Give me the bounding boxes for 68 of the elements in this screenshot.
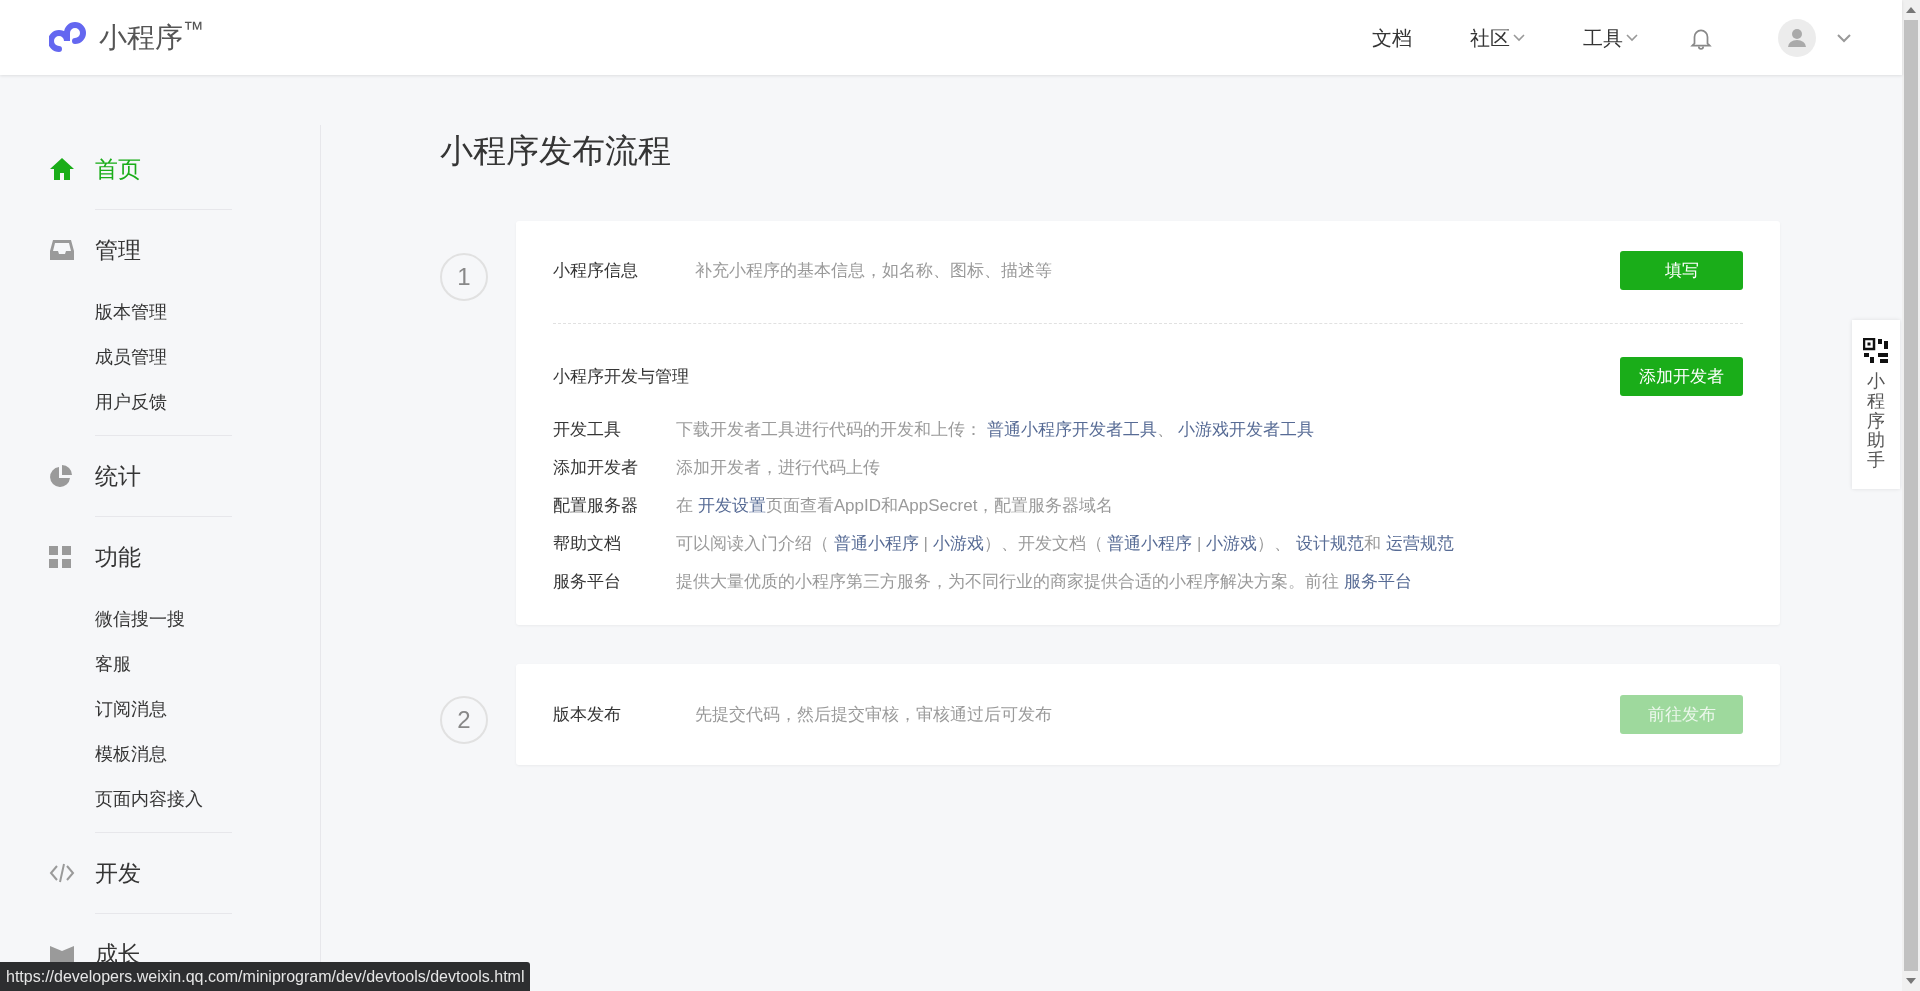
avatar-icon[interactable] <box>1778 18 1816 57</box>
link[interactable]: 小游戏 <box>1206 534 1258 554</box>
step-number: 1 <box>440 253 488 301</box>
sidebar-item[interactable]: 开发 <box>0 858 141 888</box>
scroll-up-icon[interactable] <box>1906 6 1916 14</box>
row-title: 小程序信息 <box>553 259 639 282</box>
page-title: 小程序发布流程 <box>440 131 672 171</box>
sidebar-item[interactable]: 统计 <box>0 461 141 491</box>
link[interactable]: 普通小程序 <box>1107 534 1193 554</box>
item-label: 配置服务器 <box>553 495 639 518</box>
description-text: | <box>922 534 929 554</box>
chevron-down-icon <box>1513 33 1525 42</box>
link[interactable]: 小游戏开发者工具 <box>1178 420 1315 440</box>
home-icon <box>49 157 75 181</box>
inbox-icon <box>49 239 75 261</box>
item-label: 服务平台 <box>553 571 622 594</box>
link[interactable]: 运营规范 <box>1385 534 1454 554</box>
link-url-tooltip: https://developers.weixin.qq.com/miniprogram/dev/devtools/devtools.html <box>0 962 531 991</box>
assistant-label: 小程序助手 <box>1867 372 1885 471</box>
link[interactable]: 设计规范 <box>1295 534 1364 554</box>
link[interactable]: 小游戏 <box>932 534 984 554</box>
item-label: 开发工具 <box>553 419 622 442</box>
description-text: 提供大量优质的小程序第三方服务，为不同行业的商家提供合适的小程序解决方案。前往 <box>676 572 1340 592</box>
description-text: 添加开发者，进行代码上传 <box>676 458 880 478</box>
logo-text: 小程序$^{™}$ <box>99 16 204 55</box>
description-text: 页面查看AppID和AppSecret，配置服务器域名 <box>765 496 1114 516</box>
scrollbar-thumb[interactable] <box>1904 20 1918 971</box>
description-text: 和 <box>1363 534 1382 554</box>
row-title: 版本发布 <box>553 703 622 726</box>
description-text: 在 <box>676 496 694 516</box>
item-label: 添加开发者 <box>553 457 639 480</box>
nav-link[interactable]: 社区 <box>1470 22 1525 53</box>
pie-chart-icon <box>49 464 73 488</box>
row-description: 先提交代码，然后提交审核，审核通过后可发布 <box>695 703 1052 726</box>
assistant-panel[interactable]: 小程序助手 <box>1852 320 1900 489</box>
chevron-down-icon[interactable] <box>1836 32 1852 43</box>
sidebar-subitem[interactable]: 版本管理 <box>95 299 167 326</box>
description-text: ）、开发文档（ <box>983 534 1104 554</box>
description-text: 、 <box>1156 420 1175 440</box>
nav-link[interactable]: 文档 <box>1372 22 1412 53</box>
link[interactable]: 服务平台 <box>1343 572 1412 592</box>
sidebar-subitem[interactable]: 成员管理 <box>95 344 167 371</box>
scrollbar[interactable] <box>1902 0 1920 991</box>
sidebar-subitem[interactable]: 模板消息 <box>95 741 167 768</box>
description-text: ）、 <box>1257 534 1293 554</box>
scroll-down-icon[interactable] <box>1906 977 1916 985</box>
link[interactable]: 开发设置 <box>697 496 766 516</box>
description-text: 下载开发者工具进行代码的开发和上传： <box>676 420 983 440</box>
link[interactable]: 普通小程序开发者工具 <box>986 420 1157 440</box>
sidebar-subitem[interactable]: 用户反馈 <box>95 389 167 416</box>
sidebar-subitem[interactable]: 客服 <box>95 651 131 678</box>
sidebar-item[interactable]: 管理 <box>0 235 141 265</box>
sidebar-item[interactable]: 功能 <box>0 542 141 572</box>
grid-icon <box>49 546 71 568</box>
nav-link[interactable]: 工具 <box>1583 22 1638 53</box>
description-text: 可以阅读入门介绍（ <box>676 534 830 554</box>
item-label: 帮助文档 <box>553 533 622 556</box>
chevron-down-icon <box>1626 33 1638 42</box>
section-title: 小程序开发与管理 <box>553 365 689 388</box>
sidebar-subitem[interactable]: 订阅消息 <box>95 696 167 723</box>
qr-code-icon <box>1863 338 1889 364</box>
sidebar-subitem[interactable]: 微信搜一搜 <box>95 606 185 633</box>
code-icon <box>49 862 75 884</box>
step-number: 2 <box>440 696 488 744</box>
link[interactable]: 普通小程序 <box>833 534 919 554</box>
description-text: | <box>1196 534 1203 554</box>
row-description: 补充小程序的基本信息，如名称、图标、描述等 <box>695 259 1052 282</box>
sidebar-subitem[interactable]: 页面内容接入 <box>95 786 203 813</box>
